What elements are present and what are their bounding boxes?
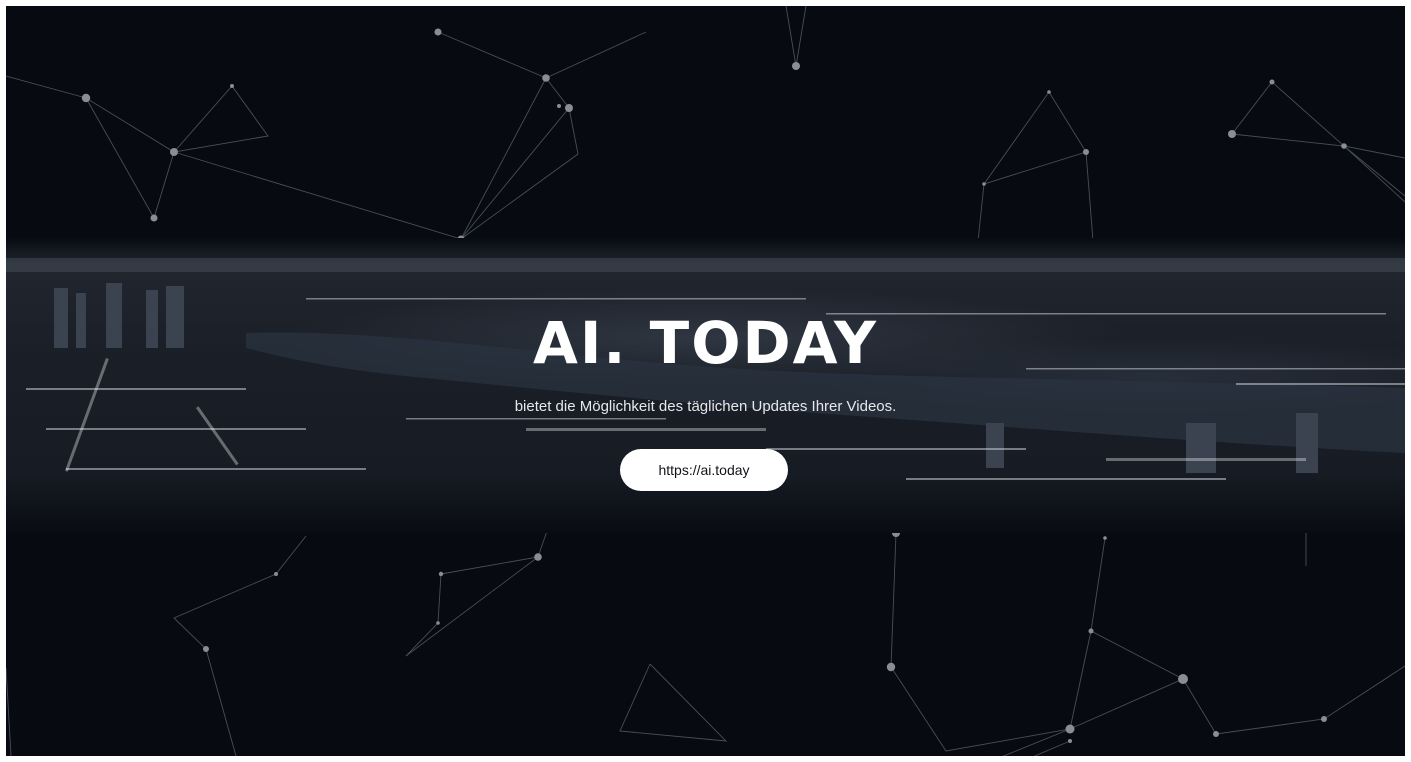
channel-tagline: bietet die Möglichkeit des täglichen Upd… — [514, 398, 897, 415]
channel-title: AI. TODAY — [532, 309, 879, 377]
channel-banner: AI. TODAY bietet die Möglichkeit des täg… — [6, 6, 1405, 756]
hero-section: AI. TODAY bietet die Möglichkeit des täg… — [6, 6, 1405, 756]
website-link-button[interactable]: https://ai.today — [620, 449, 788, 491]
